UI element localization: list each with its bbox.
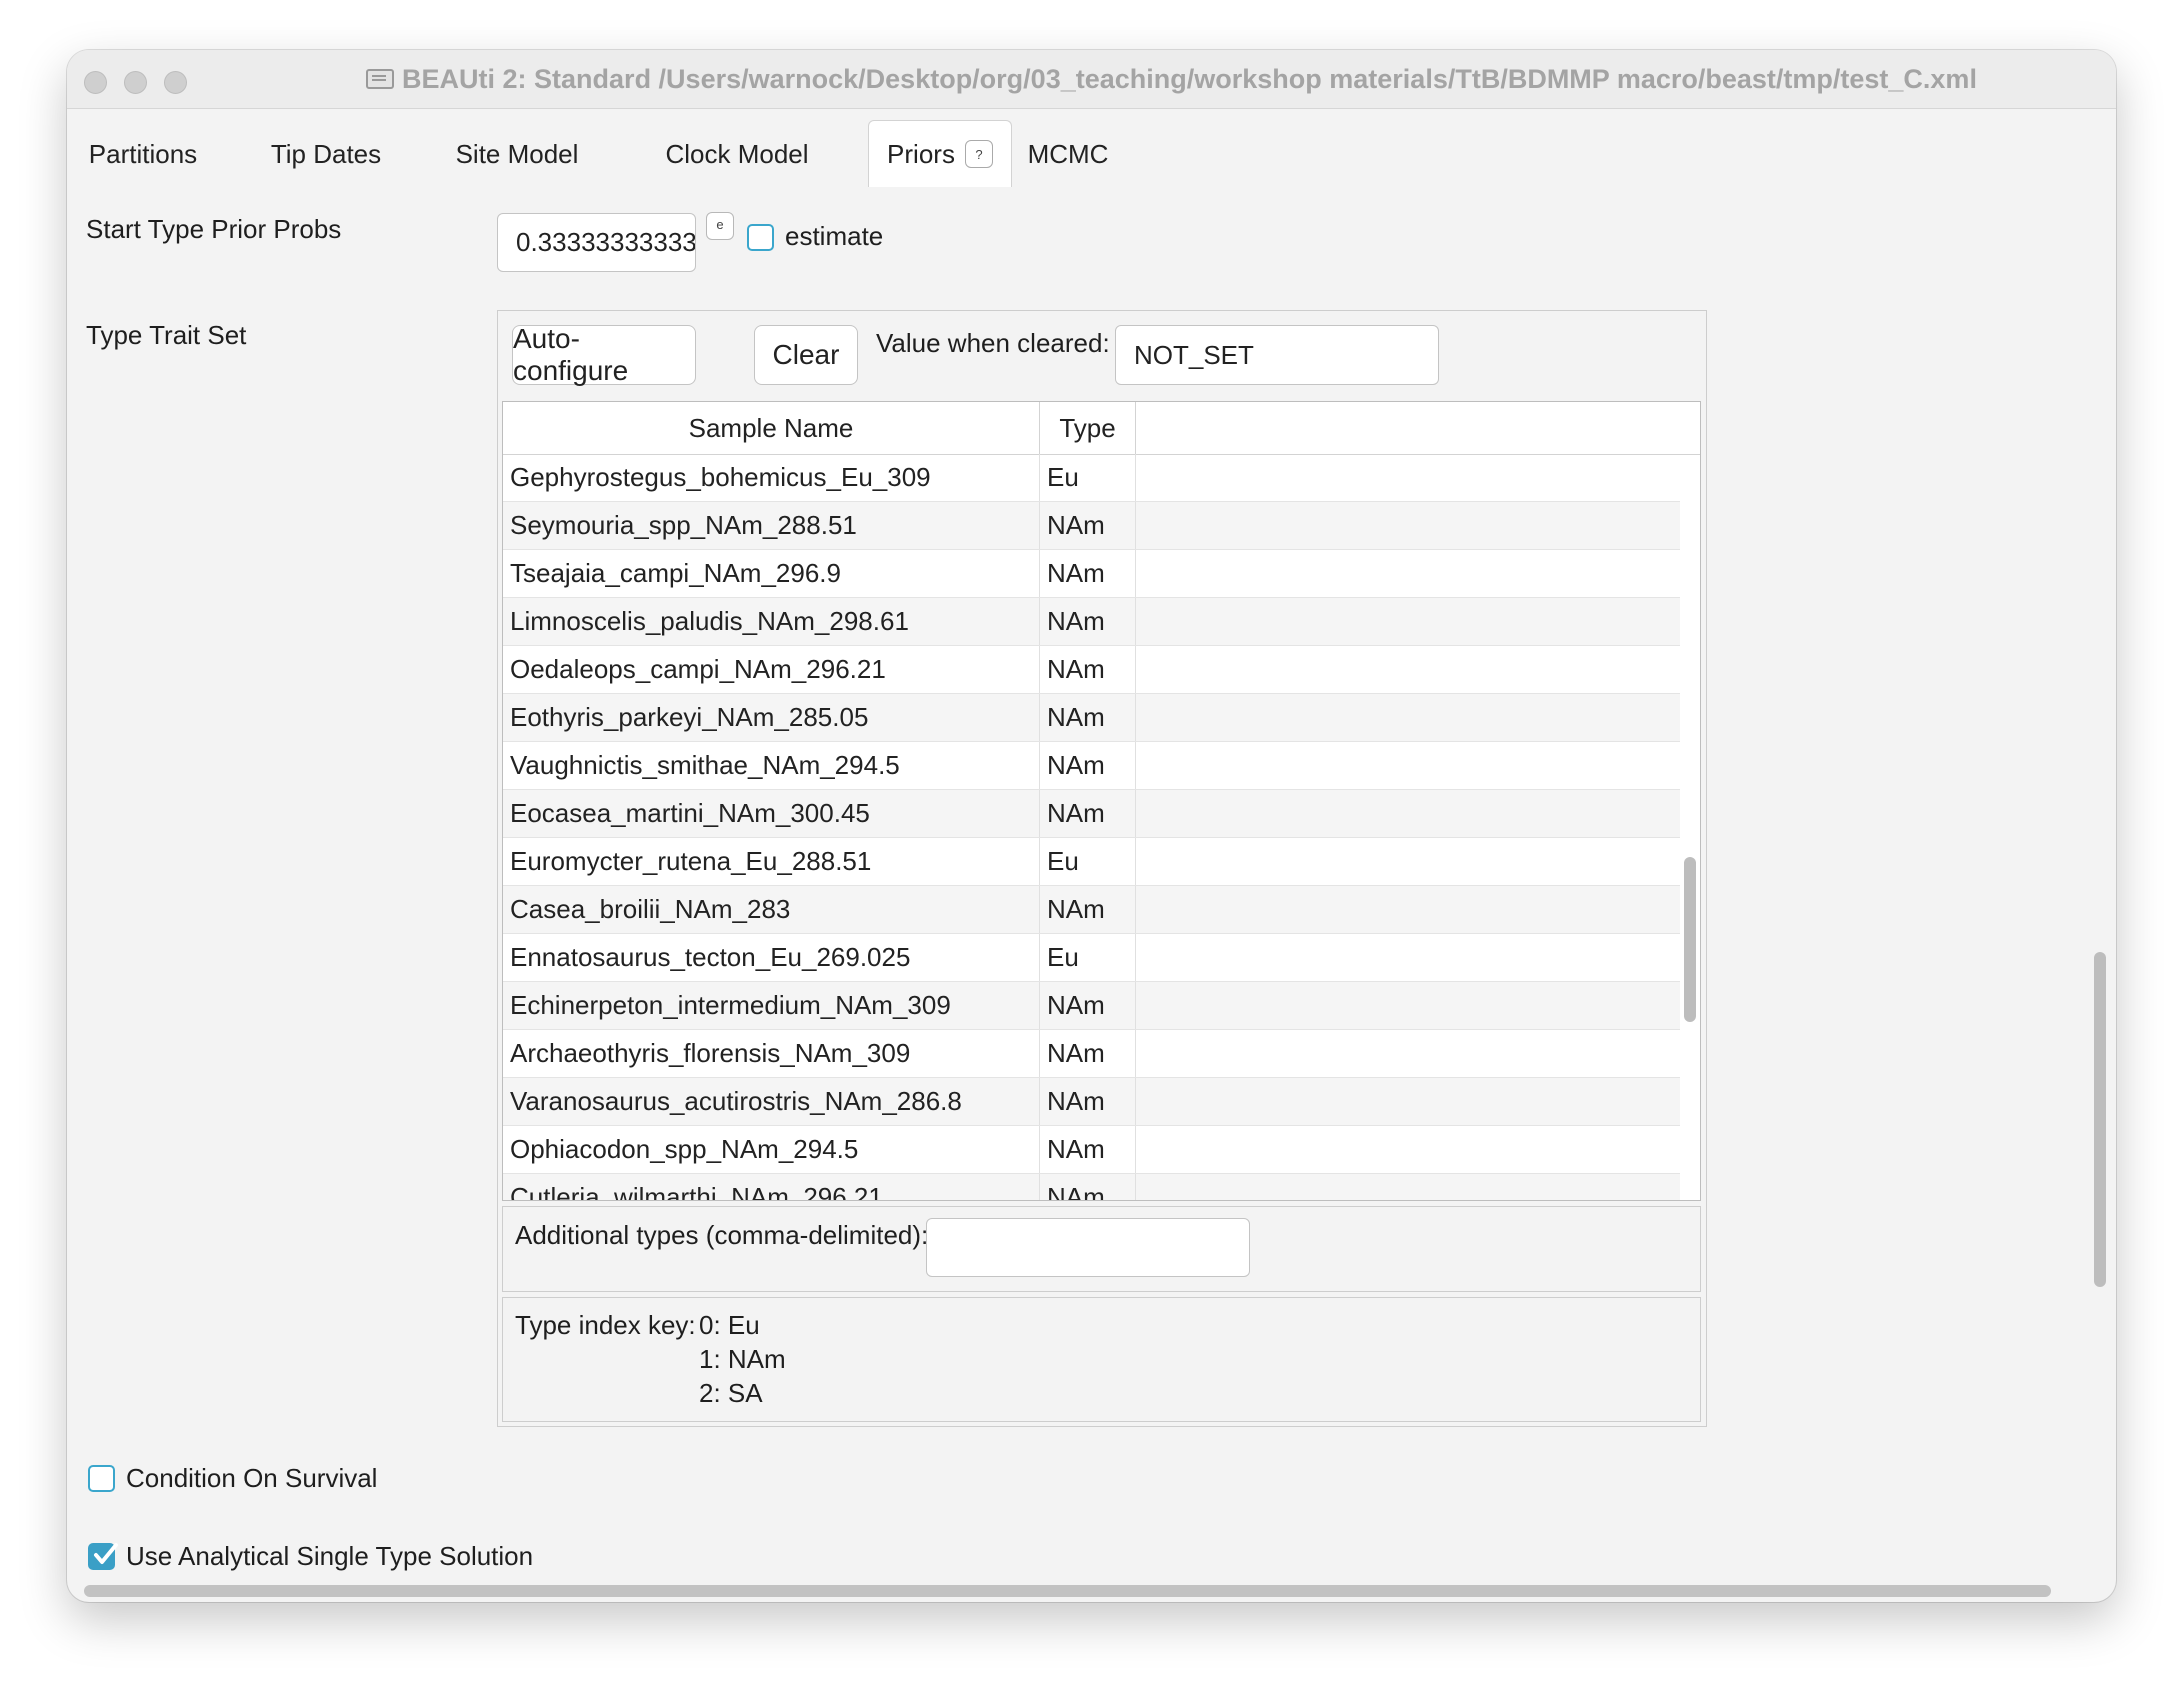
analytical-single-type-label: Use Analytical Single Type Solution <box>126 1541 534 1571</box>
table-row[interactable]: Casea_broilii_NAm_283 NAm <box>503 886 1680 934</box>
type-cell[interactable]: NAm <box>1040 790 1136 837</box>
table-row[interactable]: Euromycter_rutena_Eu_288.51 Eu <box>503 838 1680 886</box>
type-cell[interactable]: NAm <box>1040 646 1136 693</box>
type-cell[interactable]: NAm <box>1040 598 1136 645</box>
zoom-window-button[interactable] <box>164 71 187 94</box>
table-row[interactable]: Ennatosaurus_tecton_Eu_269.025 Eu <box>503 934 1680 982</box>
start-type-prior-input[interactable]: 0.333333333333 <box>497 213 696 272</box>
sample-name-cell[interactable]: Ennatosaurus_tecton_Eu_269.025 <box>503 934 1040 981</box>
type-cell[interactable]: NAm <box>1040 886 1136 933</box>
app-window: BEAUti 2: Standard /Users/warnock/Deskto… <box>67 50 2116 1602</box>
start-type-label: Start Type Prior Probs <box>86 214 342 244</box>
sample-name-cell[interactable]: Ophiacodon_spp_NAm_294.5 <box>503 1126 1040 1173</box>
type-cell[interactable]: NAm <box>1040 1174 1136 1200</box>
sample-name-cell[interactable]: Oedaleops_campi_NAm_296.21 <box>503 646 1040 693</box>
column-header-sample-name[interactable]: Sample Name <box>503 402 1040 454</box>
table-row[interactable]: Seymouria_spp_NAm_288.51 NAm <box>503 502 1680 550</box>
tab-tip-dates[interactable]: Tip Dates <box>263 122 389 186</box>
type-cell[interactable]: NAm <box>1040 1030 1136 1077</box>
sample-name-cell[interactable]: Eocasea_martini_NAm_300.45 <box>503 790 1040 837</box>
auto-configure-button[interactable]: Auto-configure <box>512 323 696 386</box>
tab-partitions[interactable]: Partitions <box>83 122 203 186</box>
type-cell[interactable]: NAm <box>1040 1078 1136 1125</box>
column-header-type[interactable]: Type <box>1040 402 1136 454</box>
table-row[interactable]: Cutleria_wilmarthi_NAm_296.21 NAm <box>503 1174 1680 1200</box>
edit-start-type-button[interactable]: e <box>706 212 734 240</box>
type-cell[interactable]: NAm <box>1040 1126 1136 1173</box>
condition-on-survival-checkbox[interactable] <box>88 1465 115 1492</box>
type-cell[interactable]: NAm <box>1040 742 1136 789</box>
type-cell[interactable]: Eu <box>1040 454 1136 501</box>
condition-on-survival-label: Condition On Survival <box>126 1463 378 1493</box>
additional-types-label: Additional types (comma-delimited): <box>515 1220 929 1250</box>
type-cell[interactable]: Eu <box>1040 838 1136 885</box>
additional-types-input[interactable] <box>926 1218 1250 1277</box>
tab-label: Site Model <box>455 138 579 169</box>
checkmark-icon <box>94 1543 118 1564</box>
tab-site-model[interactable]: Site Model <box>449 122 585 186</box>
type-index-entry: 0: Eu <box>699 1310 760 1340</box>
table-row[interactable]: Oedaleops_campi_NAm_296.21 NAm <box>503 646 1680 694</box>
tab-label: Priors <box>887 138 955 169</box>
table-row[interactable]: Tseajaia_campi_NAm_296.9 NAm <box>503 550 1680 598</box>
sample-name-cell[interactable]: Tseajaia_campi_NAm_296.9 <box>503 550 1040 597</box>
sample-name-cell[interactable]: Varanosaurus_acutirostris_NAm_286.8 <box>503 1078 1040 1125</box>
sample-name-cell[interactable]: Vaughnictis_smithae_NAm_294.5 <box>503 742 1040 789</box>
type-cell[interactable]: NAm <box>1040 502 1136 549</box>
tab-label: Partitions <box>88 138 198 169</box>
table-row[interactable]: Vaughnictis_smithae_NAm_294.5 NAm <box>503 742 1680 790</box>
tab-label: Tip Dates <box>270 138 382 169</box>
type-cell[interactable]: NAm <box>1040 694 1136 741</box>
clear-button[interactable]: Clear <box>754 325 858 385</box>
sample-name-cell[interactable]: Echinerpeton_intermedium_NAm_309 <box>503 982 1040 1029</box>
help-icon[interactable]: ? <box>964 140 993 168</box>
sample-name-cell[interactable]: Limnoscelis_paludis_NAm_298.61 <box>503 598 1040 645</box>
table-row[interactable]: Eothyris_parkeyi_NAm_285.05 NAm <box>503 694 1680 742</box>
value-when-cleared-label: Value when cleared: <box>876 328 1110 358</box>
sample-name-cell[interactable]: Gephyrostegus_bohemicus_Eu_309 <box>503 454 1040 501</box>
table-scrollbar[interactable] <box>1684 857 1696 1022</box>
sample-name-cell[interactable]: Seymouria_spp_NAm_288.51 <box>503 502 1040 549</box>
value-when-cleared-input[interactable]: NOT_SET <box>1115 325 1439 385</box>
tab-mcmc[interactable]: MCMC <box>1026 122 1110 186</box>
table-row[interactable]: Varanosaurus_acutirostris_NAm_286.8 NAm <box>503 1078 1680 1126</box>
table-row[interactable]: Limnoscelis_paludis_NAm_298.61 NAm <box>503 598 1680 646</box>
type-cell[interactable]: Eu <box>1040 934 1136 981</box>
type-index-entry: 2: SA <box>699 1378 763 1408</box>
table-row[interactable]: Echinerpeton_intermedium_NAm_309 NAm <box>503 982 1680 1030</box>
type-cell[interactable]: NAm <box>1040 982 1136 1029</box>
table-header: Sample Name Type <box>503 402 1700 455</box>
estimate-label: estimate <box>785 221 884 251</box>
table-row[interactable]: Archaeothyris_florensis_NAm_309 NAm <box>503 1030 1680 1078</box>
table-row[interactable]: Eocasea_martini_NAm_300.45 NAm <box>503 790 1680 838</box>
tab-priors[interactable]: Priors ? <box>868 120 1012 187</box>
type-index-entry: 1: NAm <box>699 1344 786 1374</box>
table-row[interactable]: Gephyrostegus_bohemicus_Eu_309 Eu <box>503 454 1680 502</box>
horizontal-scrollbar[interactable] <box>84 1585 2051 1597</box>
estimate-checkbox[interactable] <box>747 224 774 251</box>
tab-label: MCMC <box>1027 138 1109 169</box>
sample-name-cell[interactable]: Casea_broilii_NAm_283 <box>503 886 1040 933</box>
window-title: BEAUti 2: Standard /Users/warnock/Deskto… <box>402 63 1977 94</box>
document-icon <box>366 69 395 89</box>
sample-name-cell[interactable]: Eothyris_parkeyi_NAm_285.05 <box>503 694 1040 741</box>
table-body: Gephyrostegus_bohemicus_Eu_309 Eu Seymouri… <box>503 454 1680 1200</box>
minimize-window-button[interactable] <box>124 71 147 94</box>
vertical-scrollbar[interactable] <box>2094 952 2106 1287</box>
table-row[interactable]: Ophiacodon_spp_NAm_294.5 NAm <box>503 1126 1680 1174</box>
sample-name-cell[interactable]: Archaeothyris_florensis_NAm_309 <box>503 1030 1040 1077</box>
sample-name-cell[interactable]: Euromycter_rutena_Eu_288.51 <box>503 838 1040 885</box>
tab-clock-model[interactable]: Clock Model <box>645 122 829 186</box>
sample-name-cell[interactable]: Cutleria_wilmarthi_NAm_296.21 <box>503 1174 1040 1200</box>
type-index-label: Type index key: <box>515 1310 696 1340</box>
trait-table: Sample Name Type Gephyrostegus_bohemicus… <box>502 401 1701 1201</box>
type-trait-label: Type Trait Set <box>86 320 247 350</box>
tab-label: Clock Model <box>665 138 809 169</box>
title-bar: BEAUti 2: Standard /Users/warnock/Deskto… <box>67 50 2116 109</box>
close-window-button[interactable] <box>84 71 107 94</box>
analytical-single-type-checkbox[interactable] <box>88 1543 118 1570</box>
type-cell[interactable]: NAm <box>1040 550 1136 597</box>
